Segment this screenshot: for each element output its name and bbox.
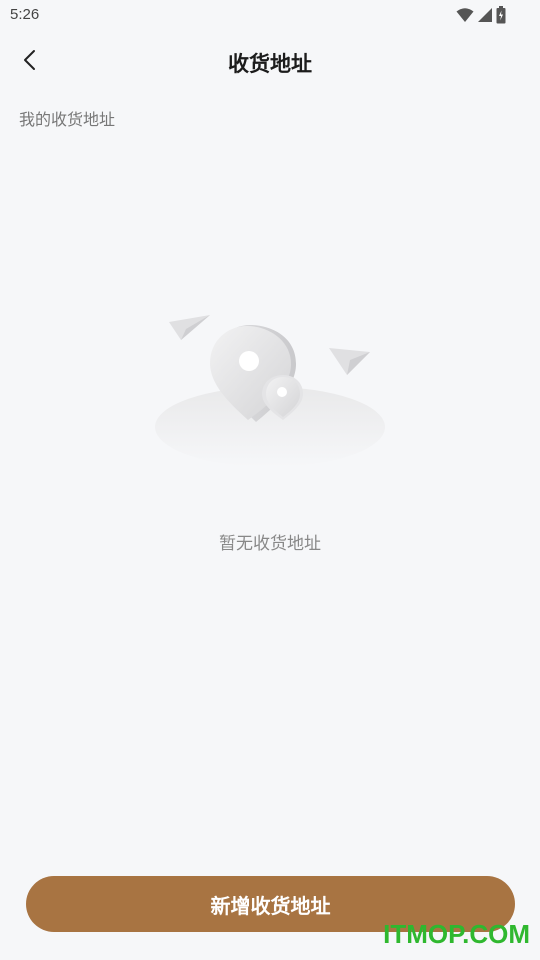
- empty-state-message: 暂无收货地址: [219, 534, 321, 554]
- battery-icon: [496, 6, 506, 28]
- wifi-icon: [456, 7, 474, 27]
- header: 收货地址: [0, 36, 540, 88]
- page-title: 收货地址: [228, 52, 312, 76]
- cellular-signal-icon: [477, 7, 493, 27]
- section-label: 我的收货地址: [19, 110, 116, 129]
- paper-plane-icon-left: [169, 315, 210, 340]
- paper-plane-icon-right: [329, 348, 370, 375]
- watermark-logo: ITMOP.COM: [383, 919, 530, 949]
- status-bar: 5:26: [0, 0, 540, 32]
- status-icons: [456, 6, 506, 28]
- status-time: 5:26: [10, 6, 40, 23]
- empty-state-illustration: [150, 300, 390, 475]
